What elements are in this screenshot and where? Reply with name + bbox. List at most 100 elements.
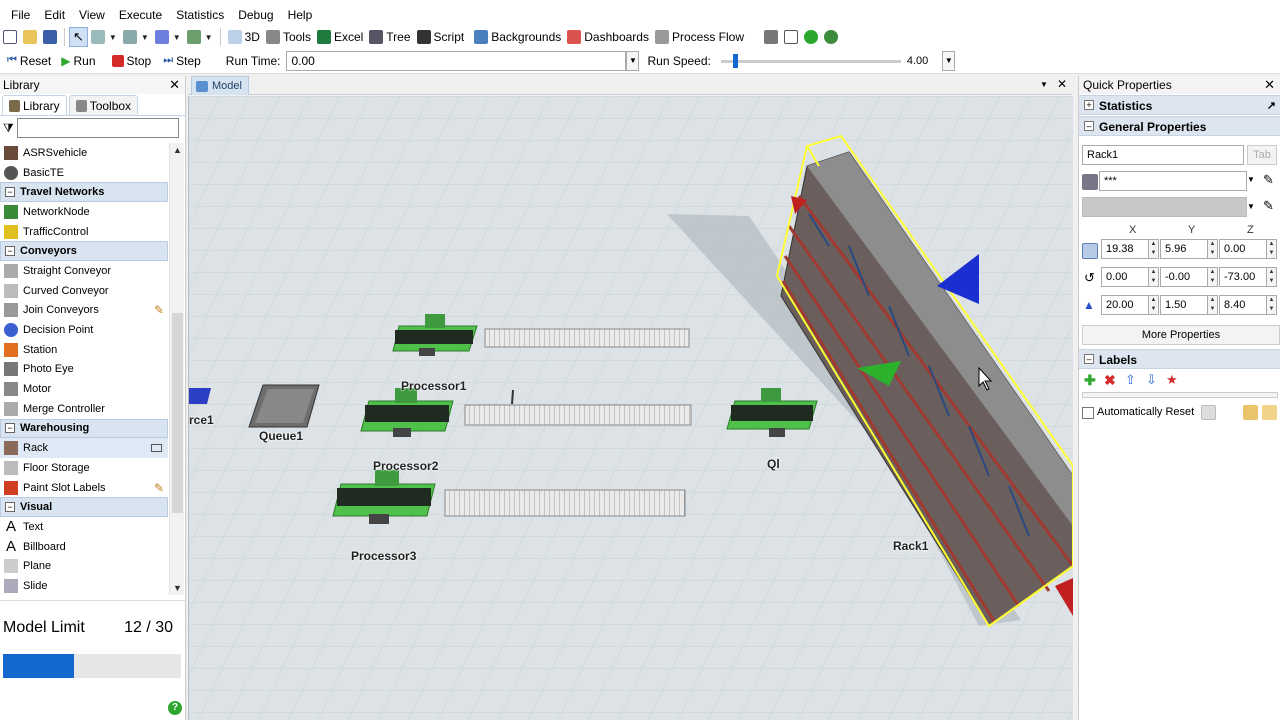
library-item-straight-conveyor[interactable]: Straight Conveyor <box>0 261 168 281</box>
library-item-asrsvehicle[interactable]: ASRSvehicle <box>0 143 168 163</box>
save-labels-icon[interactable] <box>1201 405 1216 420</box>
rot-x-field[interactable]: 0.00 <box>1101 267 1149 287</box>
run-button[interactable]: ▶ Run <box>58 51 98 71</box>
library-item-merge-controller[interactable]: Merge Controller <box>0 399 168 419</box>
library-item-plane[interactable]: Plane <box>0 556 168 576</box>
tree-button[interactable]: Tree <box>366 27 413 47</box>
visual-field[interactable]: *** <box>1099 171 1247 191</box>
library-item-motor[interactable]: Motor <box>0 379 168 399</box>
library-item-basicte[interactable]: BasicTE <box>0 163 168 183</box>
step-button[interactable]: ⏭ Step <box>160 51 204 71</box>
size-z-field[interactable]: 8.40 <box>1219 295 1267 315</box>
tab-list-dropdown-icon[interactable]: ▼ <box>1040 80 1048 89</box>
paste-labels-icon[interactable] <box>1262 405 1277 420</box>
copy-labels-icon[interactable] <box>1243 405 1258 420</box>
rot-z-field[interactable]: -73.00 <box>1219 267 1267 287</box>
window-button[interactable] <box>781 27 801 47</box>
stop-button[interactable]: Stop <box>109 51 155 71</box>
auto-reset-checkbox[interactable] <box>1082 407 1094 419</box>
tab-library[interactable]: Library <box>2 95 67 115</box>
library-category-visual[interactable]: − Visual <box>0 497 168 518</box>
library-item-photo-eye[interactable]: Photo Eye <box>0 360 168 380</box>
size-x-field[interactable]: 20.00 <box>1101 295 1149 315</box>
dashboards-button[interactable]: Dashboards <box>564 27 652 47</box>
chevron-down-icon[interactable]: ▼ <box>1247 202 1255 211</box>
close-icon[interactable]: ✕ <box>1057 77 1067 91</box>
labels-section-header[interactable]: – Labels <box>1079 349 1280 369</box>
dashboard-layout-button[interactable] <box>761 27 781 47</box>
run-speed-slider-thumb[interactable] <box>733 53 739 68</box>
statistics-section-header[interactable]: + Statistics ↗ <box>1079 95 1280 115</box>
library-item-trafficcontrol[interactable]: TrafficControl <box>0 222 168 242</box>
general-properties-section-header[interactable]: – General Properties <box>1079 116 1280 136</box>
run-speed-dropdown[interactable]: ▼ <box>942 50 956 71</box>
rot-y-spinner[interactable]: ▲ ▼ <box>1208 267 1218 287</box>
move-down-icon[interactable]: ⇩ <box>1146 372 1157 388</box>
library-scrollbar[interactable]: ▲ ▼ <box>169 143 184 595</box>
conveyor-2[interactable] <box>464 404 692 426</box>
reset-button[interactable]: ⏮ Reset <box>4 51 54 71</box>
pos-x-spinner[interactable]: ▲ ▼ <box>1149 239 1159 259</box>
network-mode-button[interactable]: ▼ <box>120 27 152 47</box>
rot-x-spinner[interactable]: ▲ ▼ <box>1149 267 1159 287</box>
library-item-text[interactable]: A Text <box>0 517 168 537</box>
object-name-field[interactable]: Rack1 <box>1082 145 1244 165</box>
new-file-button[interactable] <box>0 27 20 47</box>
rot-z-spinner[interactable]: ▲ ▼ <box>1267 267 1277 287</box>
name-tab-button[interactable]: Tab <box>1247 145 1277 165</box>
scroll-down-icon[interactable]: ▼ <box>170 581 185 595</box>
help-button[interactable] <box>801 27 821 47</box>
scrollbar-thumb[interactable] <box>172 313 183 513</box>
script-button[interactable]: Script <box>414 27 468 47</box>
tab-toolbox[interactable]: Toolbox <box>68 95 139 115</box>
online-button[interactable] <box>821 27 841 47</box>
library-filter-input[interactable] <box>16 118 179 138</box>
library-item-curved-conveyor[interactable]: Curved Conveyor <box>0 281 168 301</box>
open-file-button[interactable] <box>20 27 40 47</box>
3d-button[interactable]: 3D <box>225 27 263 47</box>
run-time-dropdown[interactable]: ▼ <box>626 50 640 71</box>
library-item-paint-slot-labels[interactable]: Paint Slot Labels ✎ <box>0 478 168 498</box>
pencil-icon[interactable]: ✎ <box>154 481 164 495</box>
pos-x-field[interactable]: 19.38 <box>1101 239 1149 259</box>
library-item-floor-storage[interactable]: Floor Storage <box>0 458 168 478</box>
more-properties-button[interactable]: More Properties <box>1082 325 1280 345</box>
size-z-spinner[interactable]: ▲ ▼ <box>1267 295 1277 315</box>
rack-draw-icon[interactable] <box>151 444 162 453</box>
scroll-up-icon[interactable]: ▲ <box>170 143 185 157</box>
labels-list[interactable] <box>1082 392 1278 398</box>
conveyor-1[interactable] <box>484 328 690 348</box>
tools-button[interactable]: Tools <box>263 27 314 47</box>
library-item-decision-point[interactable]: Decision Point <box>0 320 168 340</box>
eyedropper-icon[interactable]: ✎ <box>1263 172 1274 188</box>
help-icon[interactable]: ? <box>168 701 182 715</box>
library-item-station[interactable]: Station <box>0 340 168 360</box>
eyedropper-icon[interactable]: ✎ <box>1263 198 1274 214</box>
position-icon[interactable] <box>1082 243 1098 259</box>
process-flow-button[interactable]: Process Flow <box>652 27 747 47</box>
color-field[interactable] <box>1082 197 1247 217</box>
library-item-rack[interactable]: Rack <box>0 438 168 458</box>
pin-icon[interactable]: ↗ <box>1267 96 1276 116</box>
close-icon[interactable]: ✕ <box>1264 76 1275 94</box>
run-time-field[interactable]: 0.00 <box>286 50 627 71</box>
library-category-travel-networks[interactable]: − Travel Networks <box>0 182 168 203</box>
library-item-join-conveyors[interactable]: Join Conveyors ✎ <box>0 301 168 321</box>
model-3d-view[interactable]: rce1 Queue1 Processor1 Processor2 Proces… <box>188 96 1073 720</box>
excel-button[interactable]: Excel <box>314 27 366 47</box>
save-button[interactable] <box>40 27 60 47</box>
size-x-spinner[interactable]: ▲ ▼ <box>1149 295 1159 315</box>
conveyor-3[interactable] <box>444 489 686 517</box>
backgrounds-button[interactable]: Backgrounds <box>471 27 564 47</box>
library-item-networknode[interactable]: NetworkNode <box>0 202 168 222</box>
close-icon[interactable]: ✕ <box>169 76 180 94</box>
move-up-icon[interactable]: ⇧ <box>1125 372 1136 388</box>
library-item-billboard[interactable]: A Billboard <box>0 537 168 557</box>
delete-label-icon[interactable]: ✖ <box>1104 372 1116 389</box>
group-mode-button[interactable]: ▼ <box>184 27 216 47</box>
pos-y-spinner[interactable]: ▲ ▼ <box>1208 239 1218 259</box>
library-item-slide[interactable]: Slide <box>0 576 168 595</box>
library-category-warehousing[interactable]: − Warehousing <box>0 418 168 439</box>
pencil-icon[interactable]: ✎ <box>154 303 164 317</box>
tab-model[interactable]: Model <box>191 76 249 95</box>
